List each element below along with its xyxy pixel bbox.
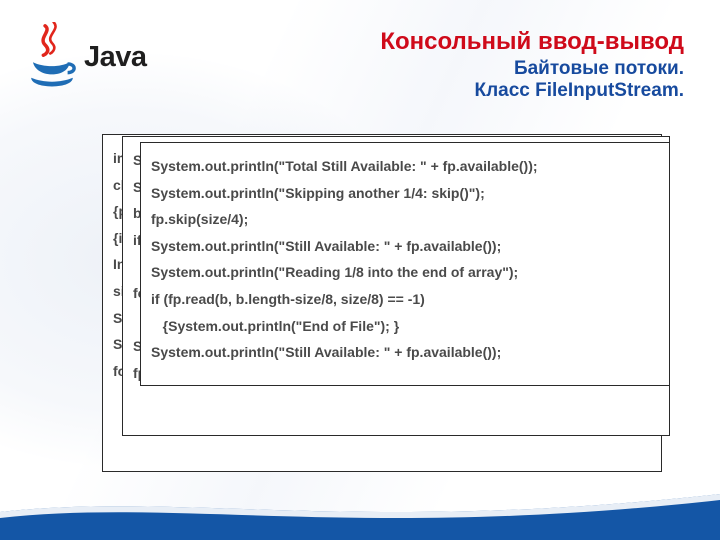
slide-heading-block: Консольный ввод-вывод Байтовые потоки. К…	[380, 28, 684, 102]
java-cup-icon	[26, 22, 78, 92]
java-logo: Java	[26, 18, 166, 96]
code-box-3: System.out.println("Total Still Availabl…	[140, 142, 670, 386]
slide-subtitle-1: Байтовые потоки.	[380, 58, 684, 80]
slide-title: Консольный ввод-вывод	[380, 28, 684, 56]
java-wordmark: Java	[84, 41, 147, 74]
code-stack: import java.io.*; class FileInputTest {p…	[102, 134, 668, 484]
slide-subtitle-2: Класс FileInputStream.	[380, 80, 684, 102]
page-number: 5	[641, 511, 648, 526]
